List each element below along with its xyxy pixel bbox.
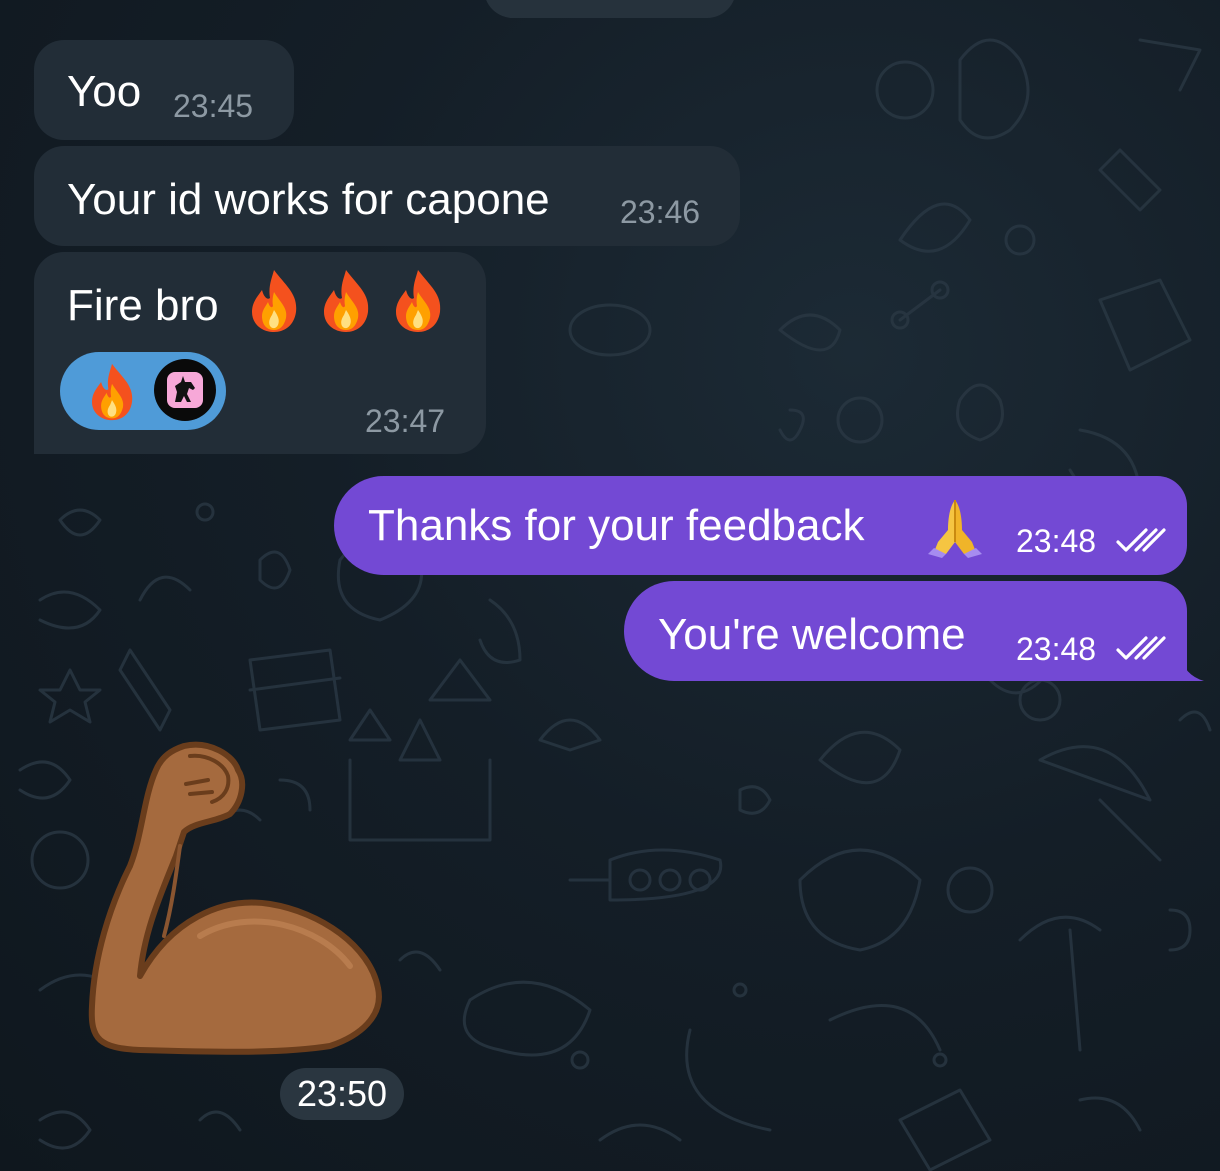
fire-reaction-icon	[92, 363, 133, 421]
message-time: 23:46	[620, 194, 701, 230]
read-checkmarks-icon	[1116, 636, 1166, 660]
message-time: 23:45	[173, 88, 254, 124]
message-text: Thanks for your feedback	[368, 501, 865, 550]
message-text: Your id works for capone	[67, 175, 550, 224]
fire-emoji-icon	[324, 270, 369, 332]
message-time: 23:48	[1016, 631, 1097, 667]
bubble-tail	[1180, 655, 1204, 681]
outgoing-message[interactable]: Thanks for your feedback 🙏 23:48	[334, 476, 1187, 575]
fire-emoji-icon	[396, 270, 441, 332]
message-time: 23:48	[1016, 523, 1097, 559]
message-time: 23:47	[365, 403, 446, 439]
unicorn-avatar-icon[interactable]	[154, 359, 216, 421]
message-text: Yoo	[67, 67, 142, 116]
incoming-message[interactable]: Yoo 23:45	[34, 40, 294, 140]
message-text: Fire bro	[67, 281, 219, 330]
message-text: You're welcome	[658, 610, 966, 659]
fire-emoji-icon	[252, 270, 297, 332]
outgoing-message[interactable]: You're welcome 23:48	[624, 581, 1187, 681]
flexed-biceps-icon[interactable]	[80, 736, 390, 1056]
date-header-pill[interactable]	[484, 0, 736, 18]
incoming-message[interactable]: Fire bro 🔥 23:47	[34, 252, 486, 454]
read-checkmarks-icon	[1116, 528, 1166, 552]
folded-hands-emoji-icon	[928, 500, 982, 558]
sticker-time: 23:50	[280, 1068, 404, 1120]
incoming-message[interactable]: Your id works for capone 23:46	[34, 146, 740, 246]
reaction-pill[interactable]	[60, 352, 226, 430]
